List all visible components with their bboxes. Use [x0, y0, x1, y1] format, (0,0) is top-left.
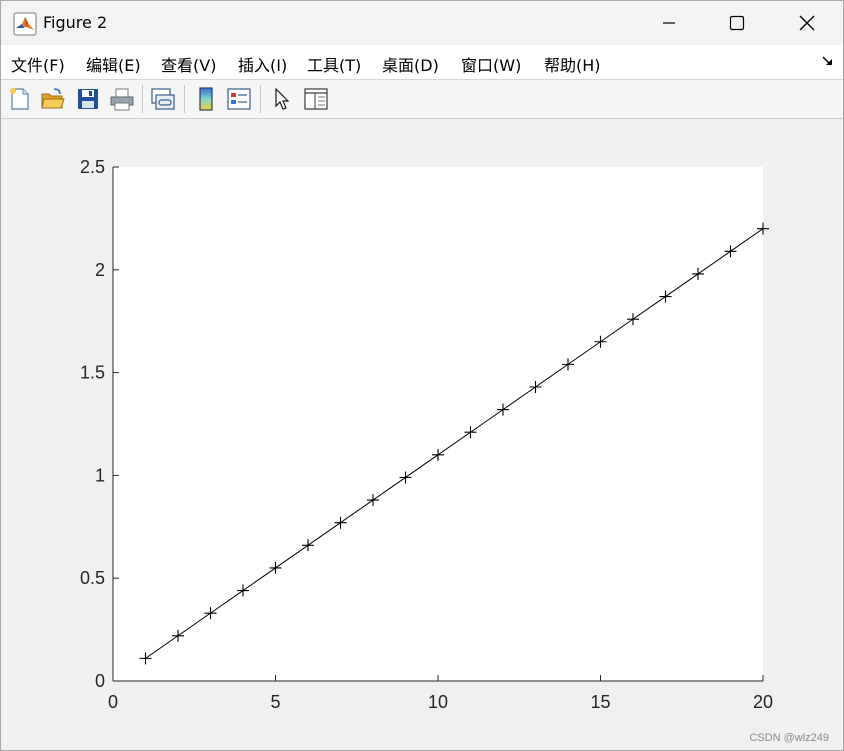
- menu-desktop[interactable]: 桌面(D): [382, 52, 439, 76]
- dock-arrow-icon[interactable]: [821, 54, 835, 68]
- edit-plot-pointer-icon[interactable]: [269, 86, 295, 112]
- menu-file[interactable]: 文件(F): [11, 52, 65, 76]
- insert-legend-icon[interactable]: [226, 86, 252, 112]
- title-bar: Figure 2: [1, 1, 843, 45]
- x-tick-label: 10: [428, 692, 448, 712]
- link-plot-icon[interactable]: [150, 86, 176, 112]
- x-tick-label: 5: [270, 692, 280, 712]
- menu-edit[interactable]: 编辑(E): [86, 52, 141, 76]
- menu-help[interactable]: 帮助(H): [544, 52, 601, 76]
- minimize-icon: [663, 22, 675, 24]
- insert-colorbar-icon[interactable]: [193, 86, 219, 112]
- menu-tools[interactable]: 工具(T): [307, 52, 361, 76]
- toolbar-separator: [184, 85, 185, 113]
- maximize-button[interactable]: [703, 1, 771, 45]
- y-tick-label: 2.5: [80, 157, 105, 177]
- y-tick-label: 1.5: [80, 363, 105, 383]
- figure-window: Figure 2 文件(F) 编辑(E) 查看(V) 插入(I) 工具(T) 桌…: [0, 0, 844, 751]
- figure-toolbar: [1, 80, 843, 119]
- print-icon[interactable]: [109, 86, 135, 112]
- property-inspector-icon[interactable]: [303, 86, 329, 112]
- matlab-logo-icon: [13, 12, 37, 36]
- minimize-button[interactable]: [635, 1, 703, 45]
- figure-canvas[interactable]: 0 5 10 15 20 0 0.5 1 1.5 2 2.5 CSDN @wlz249: [1, 119, 843, 750]
- x-tick-label: 0: [108, 692, 118, 712]
- menu-window[interactable]: 窗口(W): [461, 52, 521, 76]
- plot-axes[interactable]: 0 5 10 15 20 0 0.5 1 1.5 2 2.5: [1, 119, 843, 750]
- new-figure-icon[interactable]: [7, 86, 33, 112]
- toolbar-separator: [142, 85, 143, 113]
- menu-view[interactable]: 查看(V): [161, 52, 216, 76]
- open-file-icon[interactable]: [40, 86, 66, 112]
- x-tick-label: 15: [590, 692, 610, 712]
- y-tick-label: 0: [95, 671, 105, 691]
- y-tick-label: 1: [95, 465, 105, 485]
- window-title: Figure 2: [43, 13, 108, 32]
- y-tick-label: 0.5: [80, 568, 105, 588]
- close-button[interactable]: [773, 1, 841, 45]
- axes-background: [113, 167, 763, 681]
- close-icon: [799, 15, 815, 31]
- menu-bar: 文件(F) 编辑(E) 查看(V) 插入(I) 工具(T) 桌面(D) 窗口(W…: [1, 45, 843, 80]
- toolbar-separator: [260, 85, 261, 113]
- menu-insert[interactable]: 插入(I): [238, 52, 287, 76]
- y-tick-label: 2: [95, 260, 105, 280]
- maximize-icon: [729, 15, 745, 31]
- x-tick-label: 20: [753, 692, 773, 712]
- watermark-text: CSDN @wlz249: [749, 732, 829, 744]
- save-icon[interactable]: [75, 86, 101, 112]
